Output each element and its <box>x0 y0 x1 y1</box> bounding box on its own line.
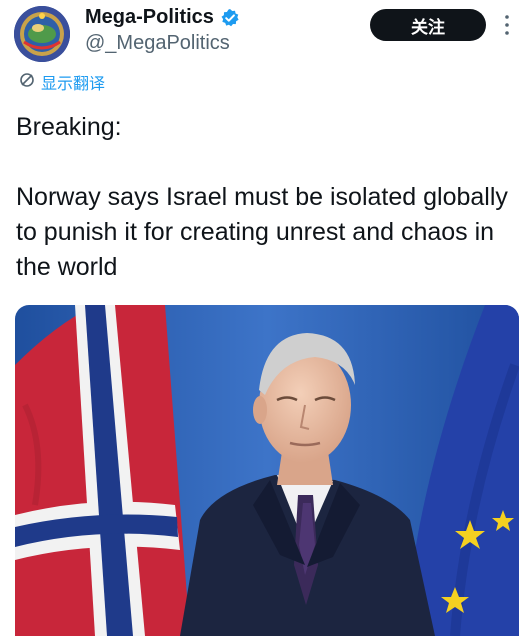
translate-icon <box>19 72 35 93</box>
globe-emblem-icon <box>14 6 70 62</box>
translate-link[interactable]: 显示翻译 <box>19 70 105 94</box>
follow-button[interactable]: 关注 <box>370 9 486 41</box>
avatar[interactable] <box>14 6 70 62</box>
tweet-text: Breaking: Norway says Israel must be iso… <box>16 113 508 281</box>
author-handle[interactable]: @_MegaPolitics <box>85 32 230 55</box>
author-name-row: Mega-Politics <box>85 6 240 29</box>
tweet-media-photo[interactable] <box>15 305 519 636</box>
verified-badge-icon <box>220 8 240 28</box>
translate-label: 显示翻译 <box>41 74 106 93</box>
more-vertical-icon[interactable] <box>502 12 512 38</box>
author-display-name[interactable]: Mega-Politics <box>85 6 214 29</box>
photo-politician-with-flags <box>15 305 519 636</box>
